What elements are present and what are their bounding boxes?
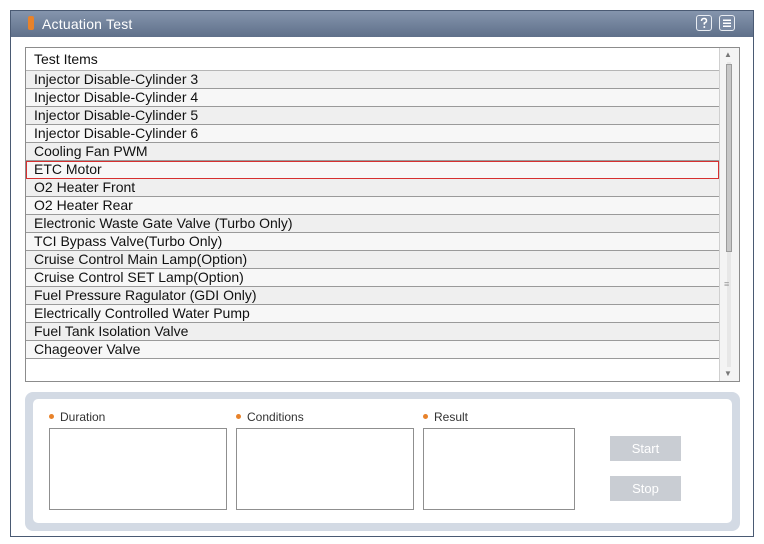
test-items-list: Test Items Injector Disable-Cylinder 3 In… [25,47,740,382]
control-panel: Duration Conditions Result Start Stop [25,392,740,531]
bullet-icon [236,414,241,419]
app-icon [28,16,34,30]
conditions-label-text: Conditions [247,410,304,424]
list-item[interactable]: Fuel Pressure Ragulator (GDI Only) [26,287,719,305]
bullet-icon [49,414,54,419]
list-item[interactable]: O2 Heater Front [26,179,719,197]
list-item[interactable]: O2 Heater Rear [26,197,719,215]
window-title: Actuation Test [42,16,133,32]
scroll-up-arrow-icon[interactable]: ▲ [724,51,732,59]
list-item[interactable]: Injector Disable-Cylinder 6 [26,125,719,143]
list-item[interactable]: Injector Disable-Cylinder 5 [26,107,719,125]
list-header: Test Items [26,48,719,71]
control-panel-inner: Duration Conditions Result Start Stop [33,399,732,523]
duration-label-text: Duration [60,410,106,424]
title-bar: Actuation Test [11,11,753,37]
actuation-test-window: Actuation Test Test Items Injector Disab… [10,10,754,537]
list-item[interactable]: TCI Bypass Valve(Turbo Only) [26,233,719,251]
list-item[interactable]: Fuel Tank Isolation Valve [26,323,719,341]
result-label-text: Result [434,410,469,424]
start-button[interactable]: Start [610,436,681,461]
scroll-grip-icon: ≡ [724,279,730,289]
list-rows: Injector Disable-Cylinder 3 Injector Disa… [26,71,719,359]
list-item[interactable]: Cooling Fan PWM [26,143,719,161]
menu-icon[interactable] [719,15,735,31]
list-item[interactable]: Electrically Controlled Water Pump [26,305,719,323]
scroll-thumb[interactable] [726,64,732,252]
result-label: Result [423,410,468,424]
list-item-selected[interactable]: ETC Motor [26,161,719,179]
list-scrollbar[interactable]: ▲ ≡ ▼ [719,48,739,381]
result-box [423,428,575,510]
stop-button[interactable]: Stop [610,476,681,501]
list-item[interactable]: Cruise Control SET Lamp(Option) [26,269,719,287]
list-item[interactable]: Electronic Waste Gate Valve (Turbo Only) [26,215,719,233]
help-question-icon[interactable] [696,15,712,31]
list-item[interactable]: Injector Disable-Cylinder 3 [26,71,719,89]
list-item[interactable]: Injector Disable-Cylinder 4 [26,89,719,107]
duration-label: Duration [49,410,105,424]
bullet-icon [423,414,428,419]
scroll-down-arrow-icon[interactable]: ▼ [724,370,732,378]
list-item[interactable]: Chageover Valve [26,341,719,359]
conditions-box [236,428,414,510]
conditions-label: Conditions [236,410,304,424]
list-item[interactable]: Cruise Control Main Lamp(Option) [26,251,719,269]
duration-box [49,428,227,510]
